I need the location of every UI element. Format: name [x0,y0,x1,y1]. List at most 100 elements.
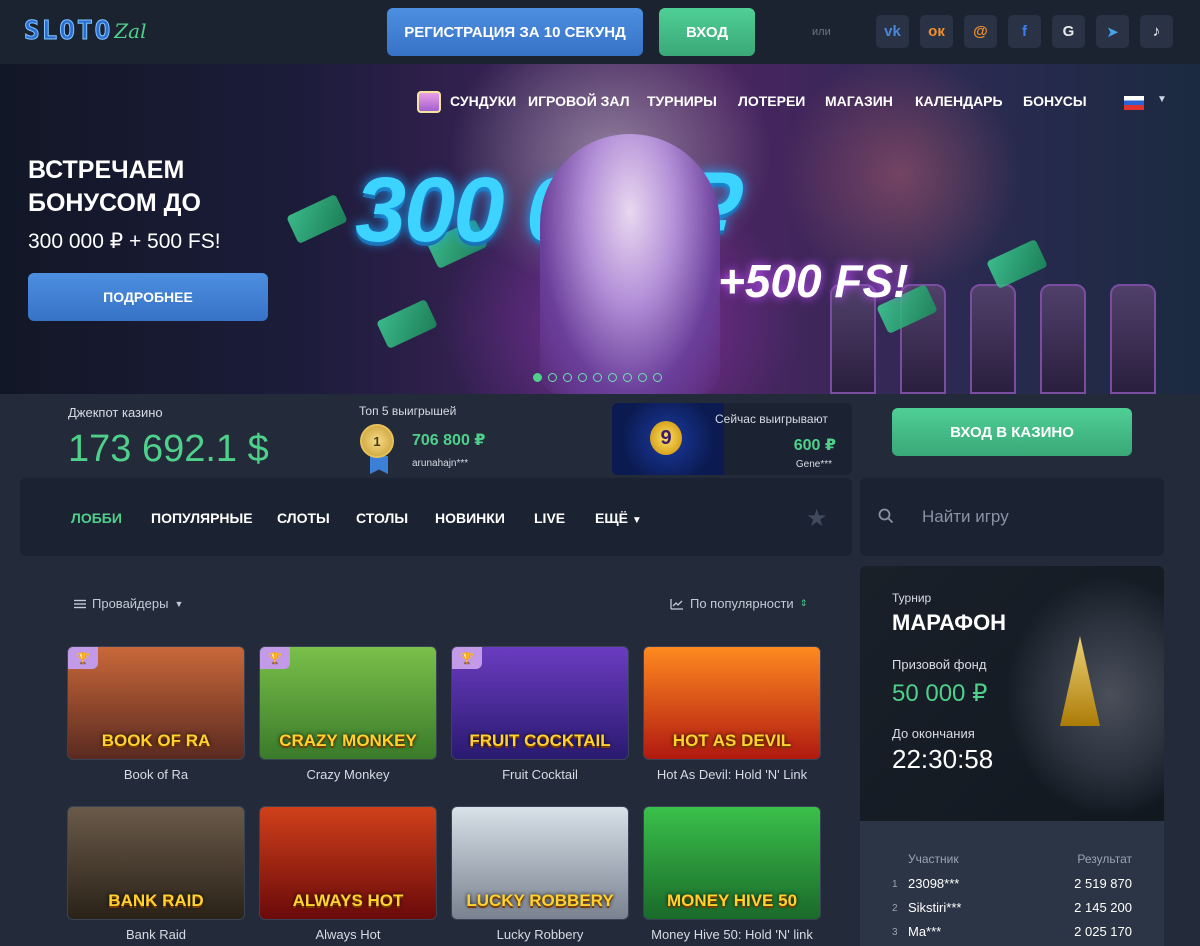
game-title[interactable]: Hot As Devil: Hold 'N' Link [643,767,821,782]
game-card[interactable]: BOOK OF RA 🏆 Book of Ra [67,646,245,782]
game-thumbnail[interactable]: HOT AS DEVIL [643,646,821,760]
game-card[interactable]: MONEY HIVE 50 Money Hive 50: Hold 'N' lin… [643,806,821,942]
nav-chests[interactable]: СУНДУКИ [450,93,516,109]
game-thumbnail[interactable]: FRUIT COCKTAIL 🏆 [451,646,629,760]
nav-shop[interactable]: МАГАЗИН [825,93,893,109]
game-thumbnail[interactable]: BOOK OF RA 🏆 [67,646,245,760]
filter-sliders-icon [74,599,86,608]
game-title[interactable]: Lucky Robbery [451,927,629,942]
treasure-chest-icon [417,91,441,113]
leader-user: 23098*** [908,876,960,891]
game-title[interactable]: Fruit Cocktail [451,767,629,782]
chart-trend-icon [670,598,683,610]
register-button[interactable]: РЕГИСТРАЦИЯ ЗА 10 СЕКУНД [387,8,643,56]
nav-bonuses[interactable]: БОНУСЫ [1023,93,1087,109]
game-card[interactable]: ALWAYS HOT Always Hot [259,806,437,942]
game-title[interactable]: Money Hive 50: Hold 'N' link [643,927,821,942]
sort-selector[interactable]: По популярности ⇕ [670,596,807,611]
tab-new[interactable]: НОВИНКИ [435,510,505,526]
enter-casino-button[interactable]: ВХОД В КАЗИНО [892,408,1132,456]
tab-slots[interactable]: СЛОТЫ [277,510,330,526]
leader-score: 2 519 870 [1074,876,1132,891]
game-thumbnail[interactable]: MONEY HIVE 50 [643,806,821,920]
game-title[interactable]: Bank Raid [67,927,245,942]
game-thumbnail[interactable]: LUCKY ROBBERY [451,806,629,920]
social-login-list: vk ок @ f G ➤ ♪ [876,15,1173,48]
now-winning-game-thumbnail[interactable]: 9 [612,403,724,475]
leader-row: 3 Ma*** 2 025 170 [860,924,1164,944]
facebook-icon[interactable]: f [1008,15,1041,48]
leader-user: Ma*** [908,924,942,939]
search-input[interactable] [922,503,1142,531]
top-wins-label: Топ 5 выигрышей [359,404,457,418]
time-left-label: До окончания [892,726,975,741]
tournament-label: Турнир [892,591,932,605]
leader-user: Sikstiri*** [908,900,962,915]
carousel-dot[interactable] [653,373,662,382]
hero-title-line-1: ВСТРЕЧАЕМ [28,156,185,184]
result-column-header: Результат [1077,852,1132,866]
tab-tables[interactable]: СТОЛЫ [356,510,408,526]
leader-rank: 2 [892,903,898,914]
sort-arrows-icon: ⇕ [799,598,808,608]
more-details-button[interactable]: ПОДРОБНЕЕ [28,273,268,321]
game-search [860,478,1164,556]
tab-popular[interactable]: ПОПУЛЯРНЫЕ [151,510,253,526]
game-badge: 9 [650,421,682,455]
carousel-dot[interactable] [608,373,617,382]
vk-icon[interactable]: vk [876,15,909,48]
jackpot-value: 173 692.1 $ [68,428,269,470]
tab-lobby[interactable]: ЛОББИ [71,510,122,526]
favorites-star-icon[interactable]: ★ [806,504,828,533]
game-logo-art: BANK RAID [108,891,204,910]
google-icon[interactable]: G [1052,15,1085,48]
game-logo-art: LUCKY ROBBERY [466,891,614,910]
carousel-dot[interactable] [638,373,647,382]
nav-calendar[interactable]: КАЛЕНДАРЬ [915,93,1003,109]
chevron-down-icon[interactable]: ▼ [1157,94,1167,105]
game-card[interactable]: BANK RAID Bank Raid [67,806,245,942]
tab-more-label: ЕЩЁ [595,510,628,526]
gold-medal-icon: 1 [360,424,394,458]
now-winning-card[interactable]: 9 Сейчас выигрывают 600 ₽ Gene*** [612,403,852,475]
game-card[interactable]: HOT AS DEVIL Hot As Devil: Hold 'N' Link [643,646,821,782]
nav-lotteries[interactable]: ЛОТЕРЕИ [738,93,805,109]
odnoklassniki-icon[interactable]: ок [920,15,953,48]
game-card[interactable]: FRUIT COCKTAIL 🏆 Fruit Cocktail [451,646,629,782]
game-thumbnail[interactable]: ALWAYS HOT [259,806,437,920]
carousel-dot[interactable] [533,373,542,382]
game-card[interactable]: LUCKY ROBBERY Lucky Robbery [451,806,629,942]
login-button[interactable]: ВХОД [659,8,755,56]
providers-filter[interactable]: Провайдеры ▼ [74,596,183,611]
tournament-card[interactable]: Турнир МАРАФОН Призовой фонд 50 000 ₽ До… [860,566,1164,821]
trophy-icon: 🏆 [452,647,482,669]
game-title[interactable]: Always Hot [259,927,437,942]
slot-machine-decoration [1110,284,1156,394]
telegram-icon[interactable]: ➤ [1096,15,1129,48]
hero-banner[interactable]: 300 000₽ +500 FS! СУНДУКИ ИГРОВОЙ ЗАЛ ТУ… [0,64,1200,394]
chevron-down-icon: ▼ [174,598,184,609]
game-thumbnail[interactable]: CRAZY MONKEY 🏆 [259,646,437,760]
game-title[interactable]: Crazy Monkey [259,767,437,782]
tab-live[interactable]: LIVE [534,510,565,526]
game-card[interactable]: CRAZY MONKEY 🏆 Crazy Monkey [259,646,437,782]
carousel-dot[interactable] [623,373,632,382]
sort-label: По популярности [690,596,794,611]
carousel-dot[interactable] [578,373,587,382]
nav-tournaments[interactable]: ТУРНИРЫ [647,93,717,109]
tab-more[interactable]: ЕЩЁ ▼ [595,510,642,526]
game-title[interactable]: Book of Ra [67,767,245,782]
game-thumbnail[interactable]: BANK RAID [67,806,245,920]
nav-game-hall[interactable]: ИГРОВОЙ ЗАЛ [528,93,630,109]
carousel-dot[interactable] [548,373,557,382]
russian-flag-icon[interactable] [1124,96,1144,110]
mailru-icon[interactable]: @ [964,15,997,48]
carousel-dot[interactable] [593,373,602,382]
slot-machine-decoration [970,284,1016,394]
carousel-dot[interactable] [563,373,572,382]
tiktok-icon[interactable]: ♪ [1140,15,1173,48]
site-logo[interactable]: SLOTO Zal [23,16,146,47]
leader-row: 1 23098*** 2 519 870 [860,876,1164,896]
or-separator: или [812,26,831,38]
banknote-decoration [286,193,348,245]
